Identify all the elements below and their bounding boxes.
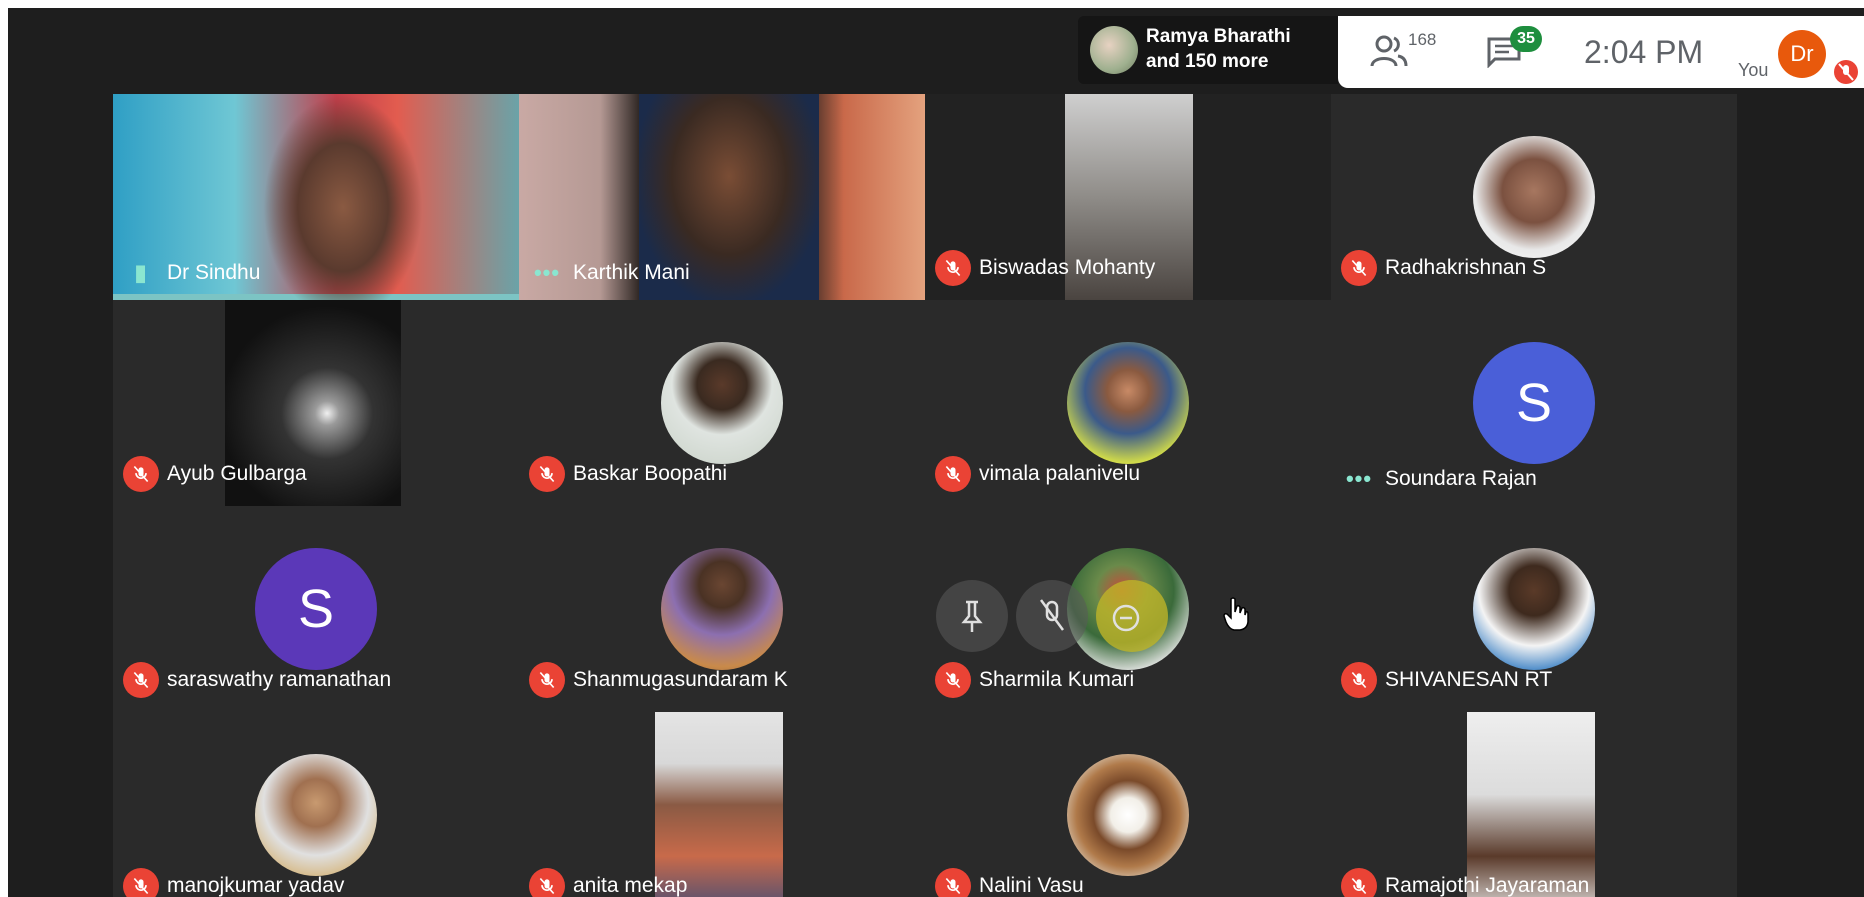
participant-name: Ramajothi Jayaraman <box>1385 874 1590 897</box>
participant-grid: ▮ Dr Sindhu ••• Karthik Mani Biswadas Mo… <box>113 94 1739 897</box>
participant-avatar <box>1067 342 1189 464</box>
active-speakers-chip[interactable]: Ramya Bharathi and 150 more <box>1078 16 1338 84</box>
participant-name: anita mekap <box>573 874 688 897</box>
participant-tile[interactable]: S ••• Soundara Rajan <box>1331 300 1737 506</box>
mic-off-icon <box>529 662 565 698</box>
participant-avatar <box>1473 548 1595 670</box>
tile-name-row: manojkumar yadav <box>123 868 344 897</box>
participant-name: Ayub Gulbarga <box>167 462 307 485</box>
mic-off-icon <box>1341 868 1377 897</box>
participant-avatar <box>255 754 377 876</box>
speaker-text: Ramya Bharathi and 150 more <box>1146 24 1291 74</box>
participant-tile[interactable]: Shanmugasundaram K <box>519 506 925 712</box>
participant-avatar <box>661 548 783 670</box>
more-options-icon: ••• <box>533 260 561 285</box>
participant-letter-avatar: S <box>1473 342 1595 464</box>
mic-off-icon <box>935 662 971 698</box>
speaking-indicator-icon: ▮ <box>134 260 148 285</box>
speaker-more: and 150 more <box>1146 51 1269 72</box>
self-mic-off-icon <box>1834 60 1858 84</box>
participant-name: Soundara Rajan <box>1385 467 1537 490</box>
tile-name-row: ••• Soundara Rajan <box>1341 466 1537 492</box>
tile-name-row: SHIVANESAN RT <box>1341 662 1552 698</box>
mic-off-icon <box>529 868 565 897</box>
more-options-icon: ••• <box>1345 466 1373 491</box>
participant-name: vimala palanivelu <box>979 462 1141 485</box>
people-count: 168 <box>1408 30 1437 49</box>
clock: 2:04 PM <box>1584 34 1704 70</box>
participant-tile[interactable]: Radhakrishnan S <box>1331 94 1737 300</box>
participant-tile[interactable]: Biswadas Mohanty <box>925 94 1331 300</box>
participant-tile[interactable]: vimala palanivelu <box>925 300 1331 506</box>
top-right-bar: 168 35 2:04 PM You Dr <box>1338 16 1864 88</box>
mic-off-icon <box>123 662 159 698</box>
speaker-name: Ramya Bharathi <box>1146 26 1291 47</box>
you-label: You <box>1738 60 1769 80</box>
participant-name: manojkumar yadav <box>167 874 345 897</box>
people-icon[interactable] <box>1370 34 1408 68</box>
pin-button[interactable] <box>936 580 1008 652</box>
tile-name-row: vimala palanivelu <box>935 456 1140 492</box>
remove-participant-button[interactable] <box>1096 580 1168 652</box>
participant-name: Sharmila Kumari <box>979 668 1135 691</box>
participant-tile[interactable]: Baskar Boopathi <box>519 300 925 506</box>
participant-name: Karthik Mani <box>573 261 690 284</box>
tile-name-row: Ramajothi Jayaraman <box>1341 868 1589 897</box>
mute-participant-button[interactable] <box>1016 580 1088 652</box>
participant-name: Biswadas Mohanty <box>979 256 1156 279</box>
tile-name-row: Nalini Vasu <box>935 868 1084 897</box>
tile-name-row: Biswadas Mohanty <box>935 250 1155 286</box>
participant-tile[interactable]: Nalini Vasu <box>925 712 1331 897</box>
participant-name: Baskar Boopathi <box>573 462 728 485</box>
tile-name-row: ▮ Dr Sindhu <box>123 260 260 286</box>
participant-avatar <box>1473 136 1595 258</box>
tile-name-row: anita mekap <box>529 868 687 897</box>
participant-name: SHIVANESAN RT <box>1385 668 1553 691</box>
mic-off-icon <box>935 250 971 286</box>
mic-off-icon <box>529 456 565 492</box>
participant-name: saraswathy ramanathan <box>167 668 392 691</box>
hand-cursor-icon <box>1223 597 1249 631</box>
self-avatar[interactable]: Dr <box>1778 30 1826 78</box>
tile-name-row: Shanmugasundaram K <box>529 662 788 698</box>
tile-name-row: Radhakrishnan S <box>1341 250 1546 286</box>
tile-name-row: Baskar Boopathi <box>529 456 727 492</box>
tile-name-row: Sharmila Kumari <box>935 662 1134 698</box>
participant-tile[interactable]: Ramajothi Jayaraman <box>1331 712 1737 897</box>
participant-name: Radhakrishnan S <box>1385 256 1547 279</box>
video-feed <box>263 94 423 300</box>
participant-letter-avatar: S <box>255 548 377 670</box>
mic-off-icon <box>935 868 971 897</box>
mic-off-icon <box>123 868 159 897</box>
participant-name: Dr Sindhu <box>167 261 261 284</box>
tile-hover-controls <box>936 580 1186 652</box>
participant-tile[interactable]: SHIVANESAN RT <box>1331 506 1737 712</box>
mic-off-icon <box>1341 662 1377 698</box>
participant-tile[interactable]: S saraswathy ramanathan <box>113 506 519 712</box>
tile-name-row: saraswathy ramanathan <box>123 662 391 698</box>
participant-avatar <box>661 342 783 464</box>
participant-name: Shanmugasundaram K <box>573 668 788 691</box>
speaker-avatar <box>1090 26 1138 74</box>
tile-name-row: ••• Karthik Mani <box>529 260 690 286</box>
participant-tile[interactable]: ••• Karthik Mani <box>519 94 925 300</box>
tile-name-row: Ayub Gulbarga <box>123 456 307 492</box>
participant-tile[interactable]: Ayub Gulbarga <box>113 300 519 506</box>
mic-off-icon <box>123 456 159 492</box>
participant-avatar <box>1067 754 1189 876</box>
participant-tile[interactable]: anita mekap <box>519 712 925 897</box>
participant-tile[interactable]: manojkumar yadav <box>113 712 519 897</box>
mic-off-icon <box>935 456 971 492</box>
mic-off-icon <box>1341 250 1377 286</box>
participant-name: Nalini Vasu <box>979 874 1084 897</box>
chat-count-badge: 35 <box>1510 26 1542 52</box>
meet-stage: Ramya Bharathi and 150 more 168 35 2:04 … <box>8 8 1864 897</box>
participant-tile[interactable]: ▮ Dr Sindhu <box>113 94 519 300</box>
